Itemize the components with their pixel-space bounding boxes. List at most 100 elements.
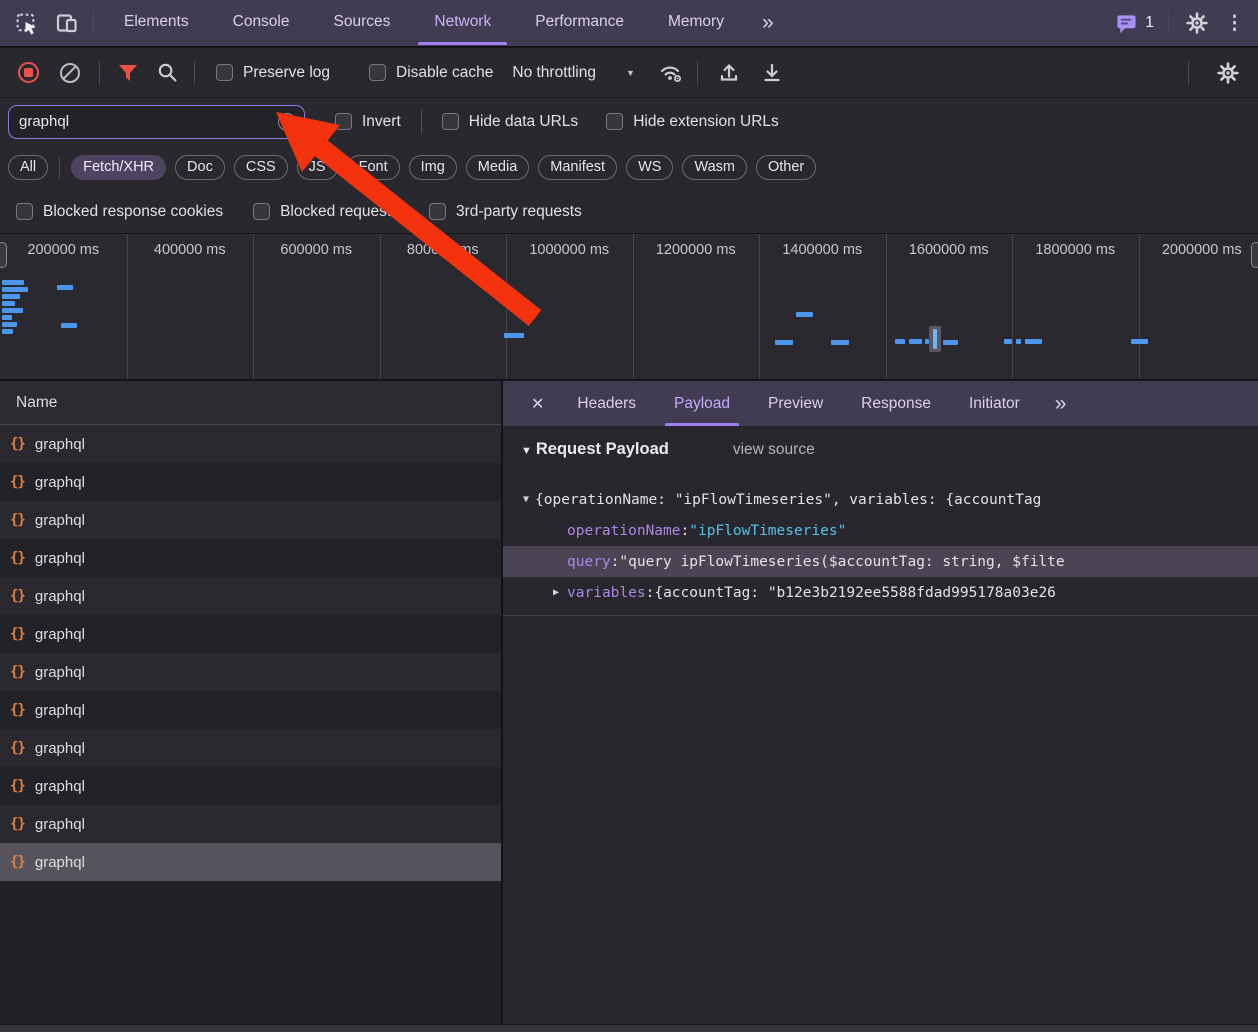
- hide-extension-urls-checkbox[interactable]: [606, 113, 623, 130]
- request-name: graphql: [35, 588, 85, 605]
- operation-name-row[interactable]: operationName: "ipFlowTimeseries": [503, 515, 1258, 546]
- detail-tab-headers[interactable]: Headers: [558, 381, 655, 426]
- request-row[interactable]: {}graphql: [0, 463, 501, 501]
- request-row[interactable]: {}graphql: [0, 577, 501, 615]
- device-toolbar-icon[interactable]: [55, 11, 79, 35]
- detail-more-tabs-chevron-icon[interactable]: »: [1039, 392, 1083, 416]
- request-name: graphql: [35, 854, 85, 871]
- request-row[interactable]: {}graphql: [0, 501, 501, 539]
- tab-performance[interactable]: Performance: [513, 0, 646, 45]
- toolbar-divider-2: [194, 61, 195, 85]
- overview-gridline: [886, 234, 887, 379]
- type-chip-font[interactable]: Font: [347, 155, 400, 180]
- network-settings-gear-icon[interactable]: [1216, 61, 1240, 85]
- tab-elements[interactable]: Elements: [102, 0, 211, 45]
- overview-gridline: [127, 234, 128, 379]
- tab-console[interactable]: Console: [211, 0, 312, 45]
- export-har-icon[interactable]: [760, 61, 784, 85]
- filter-funnel-icon[interactable]: [117, 62, 139, 83]
- overview-timeline[interactable]: 200000 ms400000 ms600000 ms800000 ms1000…: [0, 234, 1258, 381]
- type-chip-ws[interactable]: WS: [626, 155, 673, 180]
- fetch-xhr-icon: {}: [10, 664, 25, 680]
- type-chip-doc[interactable]: Doc: [175, 155, 225, 180]
- issues-icon[interactable]: [1115, 12, 1138, 35]
- type-chip-wasm[interactable]: Wasm: [682, 155, 747, 180]
- name-column-header[interactable]: Name: [0, 381, 501, 425]
- clear-filter-icon[interactable]: ✕: [278, 113, 296, 131]
- preserve-log-checkbox[interactable]: [216, 64, 233, 81]
- blocked-response-cookies-checkbox[interactable]: [16, 203, 33, 220]
- type-chip-media[interactable]: Media: [466, 155, 530, 180]
- inspect-element-icon[interactable]: [14, 11, 39, 36]
- tab-memory[interactable]: Memory: [646, 0, 746, 45]
- more-tabs-chevron-icon[interactable]: »: [746, 11, 790, 35]
- kebab-menu-icon[interactable]: ⋮: [1225, 12, 1244, 35]
- detail-tab-response[interactable]: Response: [842, 381, 950, 426]
- request-row[interactable]: {}graphql: [0, 843, 501, 881]
- type-chip-other[interactable]: Other: [756, 155, 816, 180]
- type-chip-js[interactable]: JS: [297, 155, 338, 180]
- type-chip-css[interactable]: CSS: [234, 155, 288, 180]
- overview-tick-label: 1200000 ms: [636, 242, 756, 258]
- request-name: graphql: [35, 512, 85, 529]
- overview-tick-label: 1600000 ms: [889, 242, 1009, 258]
- overview-left-handle[interactable]: [0, 242, 7, 268]
- collapse-triangle-icon[interactable]: ▼: [523, 494, 529, 505]
- request-row[interactable]: {}graphql: [0, 767, 501, 805]
- request-row[interactable]: {}graphql: [0, 653, 501, 691]
- overview-gridline: [633, 234, 634, 379]
- detail-tab-initiator[interactable]: Initiator: [950, 381, 1039, 426]
- tab-sources[interactable]: Sources: [312, 0, 413, 45]
- request-row[interactable]: {}graphql: [0, 729, 501, 767]
- request-row[interactable]: {}graphql: [0, 539, 501, 577]
- type-chip-manifest[interactable]: Manifest: [538, 155, 617, 180]
- request-name: graphql: [35, 436, 85, 453]
- overview-gridline: [759, 234, 760, 379]
- overview-activity-bar: [2, 315, 12, 320]
- view-source-link[interactable]: view source: [733, 441, 815, 459]
- overview-selected-marker: [929, 326, 941, 352]
- type-chip-all[interactable]: All: [8, 155, 48, 180]
- blocked-requests-checkbox[interactable]: [253, 203, 270, 220]
- overview-activity-bar: [2, 329, 13, 334]
- disable-cache-checkbox[interactable]: [369, 64, 386, 81]
- detail-tab-payload[interactable]: Payload: [655, 381, 749, 426]
- tab-network[interactable]: Network: [412, 0, 513, 45]
- overview-tick-label: 600000 ms: [256, 242, 376, 258]
- query-row-selected[interactable]: query: "query ipFlowTimeseries($accountT…: [503, 546, 1258, 577]
- overview-gridline: [380, 234, 381, 379]
- hide-extension-urls-label: Hide extension URLs: [633, 113, 779, 131]
- detail-tab-preview[interactable]: Preview: [749, 381, 842, 426]
- request-row[interactable]: {}graphql: [0, 425, 501, 463]
- record-network-log-button[interactable]: [18, 62, 39, 83]
- blocked-response-cookies-label: Blocked response cookies: [43, 203, 223, 221]
- clear-network-log-button[interactable]: [60, 63, 80, 83]
- request-row[interactable]: {}graphql: [0, 691, 501, 729]
- request-row[interactable]: {}graphql: [0, 615, 501, 653]
- invert-checkbox[interactable]: [335, 113, 352, 130]
- overview-activity-bar: [61, 323, 77, 328]
- hide-data-urls-checkbox[interactable]: [442, 113, 459, 130]
- request-row[interactable]: {}graphql: [0, 805, 501, 843]
- type-chip-img[interactable]: Img: [409, 155, 457, 180]
- type-chip-fetch-xhr[interactable]: Fetch/XHR: [71, 155, 166, 180]
- import-har-icon[interactable]: [717, 61, 741, 85]
- overview-tick-label: 1400000 ms: [762, 242, 882, 258]
- network-conditions-icon[interactable]: [658, 61, 684, 85]
- throttling-dropdown[interactable]: No throttling ▼: [512, 64, 635, 82]
- detail-tabbar: ✕ HeadersPayloadPreviewResponseInitiator…: [503, 381, 1258, 426]
- toolbar-divider-3: [697, 61, 698, 85]
- disable-cache-label: Disable cache: [396, 64, 493, 82]
- section-collapse-icon[interactable]: ▼: [521, 445, 532, 457]
- overview-right-handle[interactable]: [1251, 242, 1258, 268]
- search-icon[interactable]: [156, 61, 179, 84]
- settings-gear-icon[interactable]: [1185, 11, 1209, 35]
- expand-triangle-icon[interactable]: ▶: [553, 587, 559, 598]
- variables-row[interactable]: ▶ variables: {accountTag: "b12e3b2192ee5…: [503, 577, 1258, 608]
- third-party-requests-checkbox[interactable]: [429, 203, 446, 220]
- overview-gridline: [1139, 234, 1140, 379]
- network-filter-input-box[interactable]: ✕: [8, 105, 305, 139]
- payload-root-row[interactable]: ▼ {operationName: "ipFlowTimeseries", va…: [503, 484, 1258, 515]
- close-icon[interactable]: ✕: [513, 394, 558, 414]
- network-filter-input[interactable]: [19, 113, 278, 130]
